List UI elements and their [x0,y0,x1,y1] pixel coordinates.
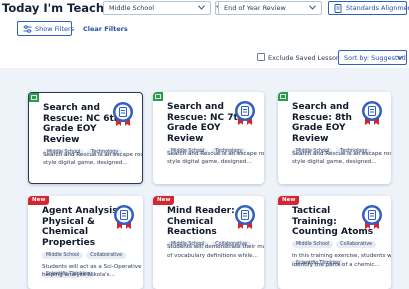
chevron-down-icon [397,54,403,62]
chevron-down-icon [309,3,317,13]
standards-alignment-label: Standards Alignment [346,4,409,12]
standards-alignment-button[interactable]: Standards Alignment [328,1,409,15]
badge-label: New [282,197,296,203]
exclude-saved-checkbox[interactable]: Exclude Saved Lessons [257,53,343,62]
lesson-description: Search and Rescue is an escape room styl… [167,150,264,166]
clear-filters-link[interactable]: Clear Filters [83,25,128,33]
award-ribbon-icon [234,100,256,126]
filter-sliders-icon [23,25,32,35]
lesson-card[interactable]: Search and Rescue: 8th Grade EOY Review … [278,92,391,184]
document-icon [334,4,342,15]
lesson-description: Search and Rescue is an escape room styl… [43,151,143,167]
lesson-description: In this training exercise, students will… [292,253,391,268]
award-ribbon-icon [361,204,383,230]
award-ribbon-icon [113,204,135,230]
show-filters-label: Show Filters [35,25,75,33]
lesson-description: Students will act as a Sci-Operative hel… [42,263,142,279]
lesson-card[interactable]: Search and Rescue: NC 7th Grade EOY Revi… [153,92,264,184]
lesson-tag-pill: Collaborative [336,241,377,248]
lesson-tag-pill: Middle School [292,241,334,248]
lesson-tag-pill: Collaborative [86,251,127,259]
badge-label: New [157,197,171,203]
award-ribbon-icon [361,100,383,126]
standards-aligned-badge [278,92,288,101]
lesson-card[interactable]: New Mind Reader: Chemical Reactions Midd… [153,196,264,289]
show-filters-button[interactable]: Show Filters [17,21,75,36]
award-ribbon-icon [234,204,256,230]
lesson-card[interactable]: New Agent Analysis: Physical & Chemical … [28,196,143,289]
review-select-value: End of Year Review [224,4,286,12]
award-ribbon-icon [112,101,134,127]
lesson-description: Search and Rescue is an escape room styl… [292,150,391,166]
badge-label: New [32,197,46,203]
new-badge: New [153,196,175,205]
checklist-icon [31,95,37,100]
chevron-down-icon [198,3,206,13]
grade-select-value: Middle School [109,4,155,12]
checklist-icon [155,94,161,99]
lesson-card[interactable]: New Tactical Training: Counting Atoms Mi… [278,196,391,289]
exclude-saved-label: Exclude Saved Lessons [268,54,344,62]
top-bar: Today I'm Teaching Middle School End of … [0,0,409,50]
checklist-icon [280,94,286,99]
lesson-card[interactable]: Search and Rescue: NC 6th Grade EOY Revi… [28,92,143,184]
standards-aligned-badge [29,93,39,102]
sort-select[interactable]: Sort by: Suggested [338,50,407,65]
new-badge: New [278,196,300,205]
review-select[interactable]: End of Year Review [218,1,322,15]
standards-aligned-badge [153,92,163,101]
grade-select[interactable]: Middle School [103,1,211,15]
lesson-description: Students will demonstrate their mastery … [167,244,264,259]
lesson-tag-pill: Middle School [42,251,84,259]
checkbox-box[interactable] [257,53,265,61]
new-badge: New [28,196,50,205]
